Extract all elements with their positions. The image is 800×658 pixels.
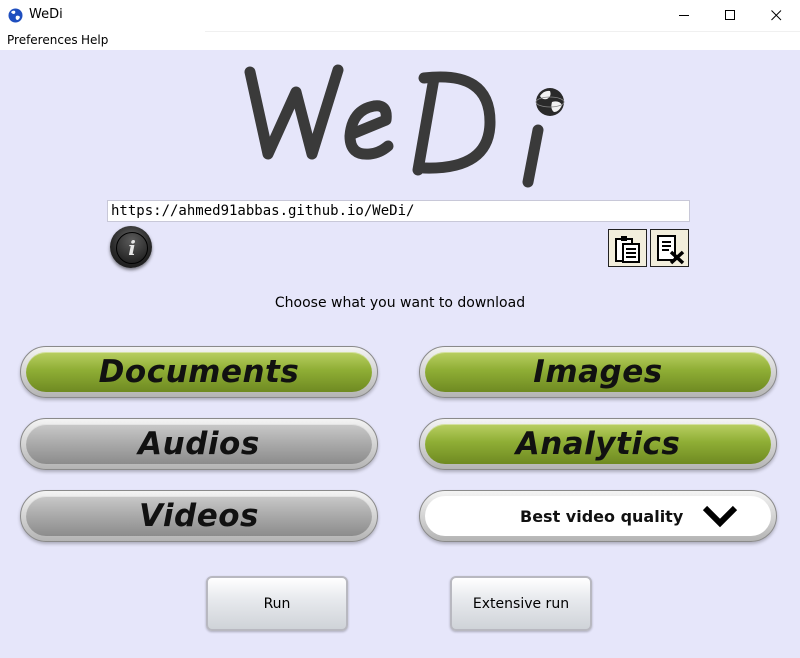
info-icon: i [116, 232, 148, 264]
audios-toggle[interactable]: Audios [20, 418, 378, 470]
close-icon [770, 10, 781, 21]
videos-label: Videos [26, 496, 372, 536]
clear-document-icon [657, 235, 685, 265]
minimize-button[interactable] [661, 0, 707, 31]
run-button[interactable]: Run [206, 576, 348, 631]
analytics-toggle[interactable]: Analytics [419, 418, 777, 470]
close-button[interactable] [753, 0, 799, 31]
wedi-logo [228, 58, 578, 193]
documents-toggle[interactable]: Documents [20, 346, 378, 398]
video-quality-select[interactable]: Best video quality [419, 490, 777, 542]
menu-help[interactable]: Help [81, 33, 108, 47]
maximize-icon [724, 10, 735, 20]
maximize-button[interactable] [707, 0, 753, 31]
info-button[interactable]: i [110, 226, 152, 268]
extensive-run-button[interactable]: Extensive run [450, 576, 592, 631]
menu-bar: Preferences Help [0, 31, 800, 50]
window-title: WeDi [29, 7, 63, 22]
images-toggle[interactable]: Images [419, 346, 777, 398]
url-input[interactable] [107, 200, 690, 222]
documents-label: Documents [26, 352, 372, 392]
images-label: Images [425, 352, 771, 392]
paste-button[interactable] [608, 229, 647, 267]
minimize-icon [678, 15, 689, 16]
videos-toggle[interactable]: Videos [20, 490, 378, 542]
menu-preferences[interactable]: Preferences [7, 33, 78, 47]
clear-button[interactable] [650, 229, 689, 267]
title-bar: WeDi [0, 0, 800, 31]
chevron-down-icon [702, 505, 738, 528]
globe-icon [535, 88, 565, 116]
clipboard-paste-icon [615, 236, 640, 263]
app-globe-icon [8, 8, 23, 23]
audios-label: Audios [26, 424, 372, 464]
analytics-label: Analytics [425, 424, 771, 464]
download-prompt: Choose what you want to download [274, 295, 526, 311]
